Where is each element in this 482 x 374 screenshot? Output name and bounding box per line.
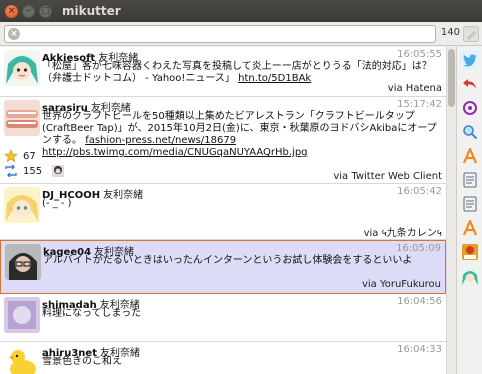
favorite-count-value: 67 xyxy=(23,150,36,162)
avatar[interactable] xyxy=(4,100,40,136)
tab-mentions[interactable] xyxy=(460,98,480,118)
reply-arrow-icon xyxy=(463,79,476,89)
tweet-item[interactable]: Akkiesoft 友利奈緒 16:05:55 「松屋」客が七味容器くわえた写真を… xyxy=(0,47,446,97)
list-icon xyxy=(463,172,477,188)
via-client: via Twitter Web Client xyxy=(333,171,442,182)
tweet-item[interactable]: DJ_HCOOH 友利奈緒 16:05:42 (- _ ‐ ) via ५九条カレ… xyxy=(0,184,446,240)
pencil-icon xyxy=(467,31,476,40)
tweet-link[interactable]: htn.to/5D1BAk xyxy=(238,73,311,84)
tab-home[interactable] xyxy=(460,50,480,70)
tweet-item-selected[interactable]: kagee04 友利奈緒 16:05:09 アルバイトがだるいときはいったんインタ… xyxy=(0,240,446,294)
settings-icon xyxy=(462,244,478,260)
activity-icon xyxy=(462,220,478,236)
tweet-text: アルバイトがだるいときはいったんインターンというお試し体験会をするといいよ xyxy=(43,255,445,267)
tab-search[interactable] xyxy=(460,122,480,142)
tab-profile[interactable] xyxy=(460,266,480,286)
tweet-text-content: (- _ ‐ ) xyxy=(42,198,72,209)
mention-icon xyxy=(463,101,477,115)
tweet-text-content: アルバイトがだるいときはいったんインターンというお試し体験会をするといいよ xyxy=(43,255,413,266)
image-link[interactable]: http://pbs.twimg.com/media/CNUGqaNUYAAQr… xyxy=(42,147,308,158)
via-client: via Hatena xyxy=(387,83,442,94)
tweet-text-content: 「松屋」客が七味容器くわえた写真を投稿して炎上ーー店がとりうる「法的対応」は？（… xyxy=(42,61,432,84)
tab-sidebar xyxy=(456,47,482,374)
avatar[interactable] xyxy=(4,187,40,223)
star-icon xyxy=(4,149,18,163)
avatar[interactable] xyxy=(5,244,41,280)
twitter-bird-icon xyxy=(463,54,477,67)
tweet-text: 世界のクラフトビールを50種類以上集めたビアレストラン「クラフトビールタップ(C… xyxy=(42,111,444,159)
retweet-count-value: 155 xyxy=(23,165,43,177)
timestamp: 15:17:42 xyxy=(397,99,442,110)
tweet-text-content: 料理になってしまった xyxy=(42,308,142,319)
maximize-window-button[interactable]: □ xyxy=(39,4,52,18)
tab-replies[interactable] xyxy=(460,74,480,94)
tab-list-1[interactable] xyxy=(460,170,480,190)
tab-settings[interactable] xyxy=(460,242,480,262)
timestamp: 16:05:09 xyxy=(396,243,441,254)
char-count: 140 xyxy=(440,27,460,38)
tab-list-2[interactable] xyxy=(460,194,480,214)
retweeter-avatar[interactable] xyxy=(52,165,65,177)
send-button[interactable] xyxy=(463,26,479,42)
tweet-text: 「松屋」客が七味容器くわえた写真を投稿して炎上ーー店がとりうる「法的対応」は？（… xyxy=(42,61,444,85)
avatar-icon xyxy=(461,267,479,285)
via-client: via YoruFukurou xyxy=(361,279,441,290)
activity-icon xyxy=(462,148,478,164)
list-icon xyxy=(463,196,477,212)
search-icon xyxy=(463,125,478,140)
post-bar: × 140 xyxy=(0,22,482,46)
post-input[interactable]: × xyxy=(4,25,436,43)
tweet-link[interactable]: fashion-press.net/news/18679 xyxy=(85,135,236,146)
via-client: via ५九条カレン५ xyxy=(363,228,442,239)
timestamp: 16:05:42 xyxy=(397,186,442,197)
window-title: mikutter xyxy=(62,4,121,18)
clear-icon[interactable]: × xyxy=(8,28,20,40)
avatar[interactable] xyxy=(4,345,40,374)
tweet-text: 料理になってしまった xyxy=(42,308,444,320)
timestamp: 16:04:56 xyxy=(397,296,442,307)
timestamp: 16:04:33 xyxy=(397,344,442,355)
avatar[interactable] xyxy=(4,297,40,333)
tweet-text: 雪景色きのこ和え xyxy=(42,356,444,368)
tweet-text-content: 雪景色きのこ和え xyxy=(42,356,122,367)
close-window-button[interactable]: × xyxy=(5,4,18,18)
tweet-text: (- _ ‐ ) xyxy=(42,198,444,210)
timeline: Akkiesoft 友利奈緒 16:05:55 「松屋」客が七味容器くわえた写真を… xyxy=(0,47,456,374)
tab-activity-2[interactable] xyxy=(460,218,480,238)
tweet-item[interactable]: shimadah 友利奈緒 16:04:56 料理になってしまった xyxy=(0,294,446,342)
retweet-icon xyxy=(5,165,17,177)
timeline-scrollbar[interactable] xyxy=(446,47,456,374)
minimize-window-button[interactable]: – xyxy=(22,4,35,18)
timestamp: 16:05:55 xyxy=(397,49,442,60)
avatar[interactable] xyxy=(4,50,40,86)
retweet-count[interactable]: 155 xyxy=(4,165,65,177)
tweet-item[interactable]: sarasiru 友利奈緒 15:17:42 世界のクラフトビールを50種類以上集… xyxy=(0,97,446,184)
tweet-item[interactable]: ahiru3net 友利奈緒 16:04:33 雪景色きのこ和え xyxy=(0,342,446,374)
favorite-count[interactable]: 67 xyxy=(4,149,36,163)
tab-activity[interactable] xyxy=(460,146,480,166)
title-bar: × – □ mikutter xyxy=(0,0,482,22)
timeline-scroll-thumb[interactable] xyxy=(448,49,455,107)
